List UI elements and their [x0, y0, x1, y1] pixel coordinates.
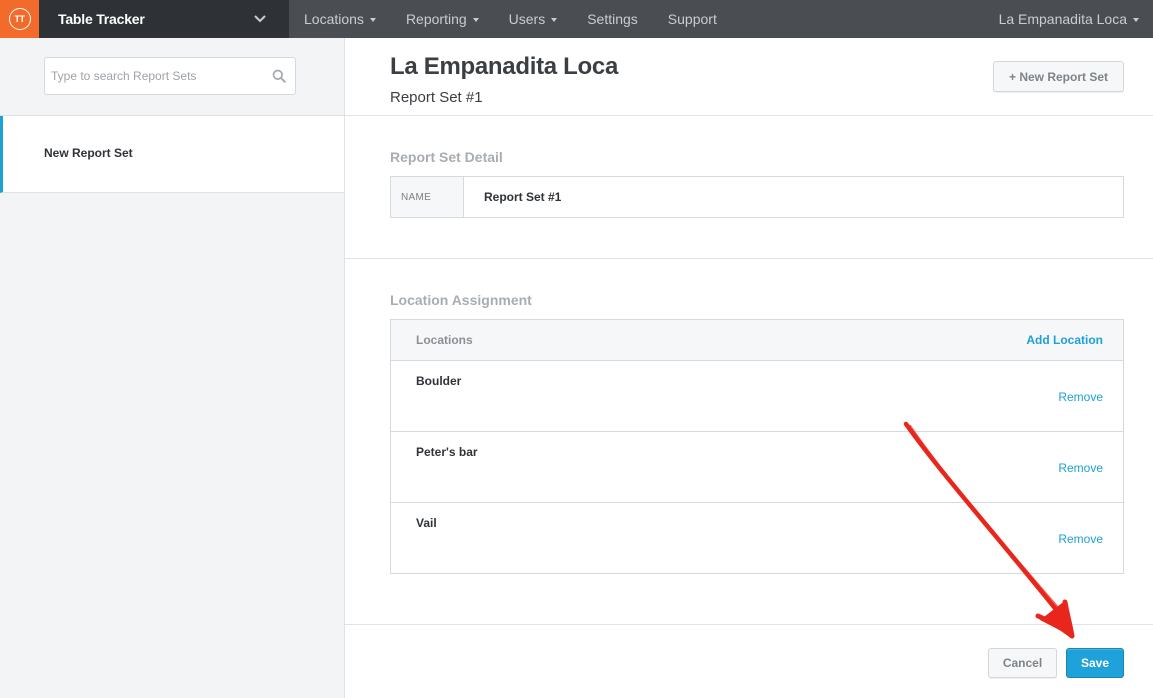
sidebar: New Report Set — [0, 38, 345, 698]
name-field-value[interactable]: Report Set #1 — [484, 190, 561, 204]
caret-down-icon — [472, 17, 479, 22]
nav-item-label: Reporting — [405, 11, 467, 27]
location-name: Vail — [416, 516, 437, 530]
app-logo[interactable]: TT — [0, 0, 39, 38]
section-title-detail: Report Set Detail — [390, 149, 503, 165]
nav-item-users[interactable]: Users — [509, 11, 558, 27]
account-menu[interactable]: La Empanadita Loca — [999, 0, 1139, 38]
table-row: Peter's bar Remove — [391, 432, 1123, 503]
main-content: La Empanadita Loca Report Set #1 + New R… — [345, 38, 1153, 698]
logo-icon: TT — [8, 8, 31, 30]
divider — [345, 258, 1153, 259]
search-icon[interactable] — [272, 69, 286, 83]
remove-location-link[interactable]: Remove — [1058, 390, 1103, 404]
remove-location-link[interactable]: Remove — [1058, 461, 1103, 475]
table-row: Boulder Remove — [391, 361, 1123, 432]
divider — [345, 115, 1153, 116]
section-title-locations: Location Assignment — [390, 292, 532, 308]
nav-item-label: Locations — [304, 11, 364, 27]
top-navbar: TT Table Tracker Locations Reporting Use… — [0, 0, 1153, 38]
caret-down-icon — [369, 17, 376, 22]
add-location-link[interactable]: Add Location — [1026, 333, 1103, 347]
app-switcher[interactable]: Table Tracker — [39, 0, 289, 38]
nav-item-locations[interactable]: Locations — [304, 11, 376, 27]
app-name: Table Tracker — [58, 11, 145, 27]
location-name: Boulder — [416, 374, 462, 388]
page-subtitle: Report Set #1 — [390, 89, 483, 106]
main-nav: Locations Reporting Users Settings Suppo… — [289, 0, 732, 38]
caret-down-icon — [1133, 17, 1139, 22]
name-field[interactable]: NAME Report Set #1 — [390, 176, 1124, 218]
new-report-set-button[interactable]: + New Report Set — [993, 61, 1124, 92]
location-name: Peter's bar — [416, 445, 478, 459]
nav-item-settings[interactable]: Settings — [587, 11, 638, 27]
locations-table: Locations Add Location Boulder Remove Pe… — [390, 319, 1124, 574]
search-box — [44, 57, 296, 95]
sidebar-item-new-report-set[interactable]: New Report Set — [0, 116, 344, 193]
account-label: La Empanadita Loca — [998, 11, 1127, 27]
table-row: Vail Remove — [391, 503, 1123, 574]
nav-item-label: Settings — [587, 11, 638, 27]
caret-down-icon — [551, 17, 558, 22]
table-header: Locations Add Location — [391, 320, 1123, 361]
name-field-label: NAME — [391, 177, 464, 217]
search-input[interactable] — [51, 58, 261, 94]
nav-item-support[interactable]: Support — [668, 11, 717, 27]
page-title: La Empanadita Loca — [390, 53, 618, 80]
cancel-button[interactable]: Cancel — [988, 648, 1057, 678]
chevron-down-icon — [254, 15, 266, 23]
remove-location-link[interactable]: Remove — [1058, 532, 1103, 546]
nav-item-label: Support — [667, 11, 717, 27]
nav-item-label: Users — [508, 11, 546, 27]
nav-item-reporting[interactable]: Reporting — [406, 11, 479, 27]
save-button[interactable]: Save — [1066, 648, 1124, 678]
column-header-locations: Locations — [416, 333, 473, 347]
sidebar-item-label: New Report Set — [44, 146, 133, 160]
divider — [345, 624, 1153, 625]
